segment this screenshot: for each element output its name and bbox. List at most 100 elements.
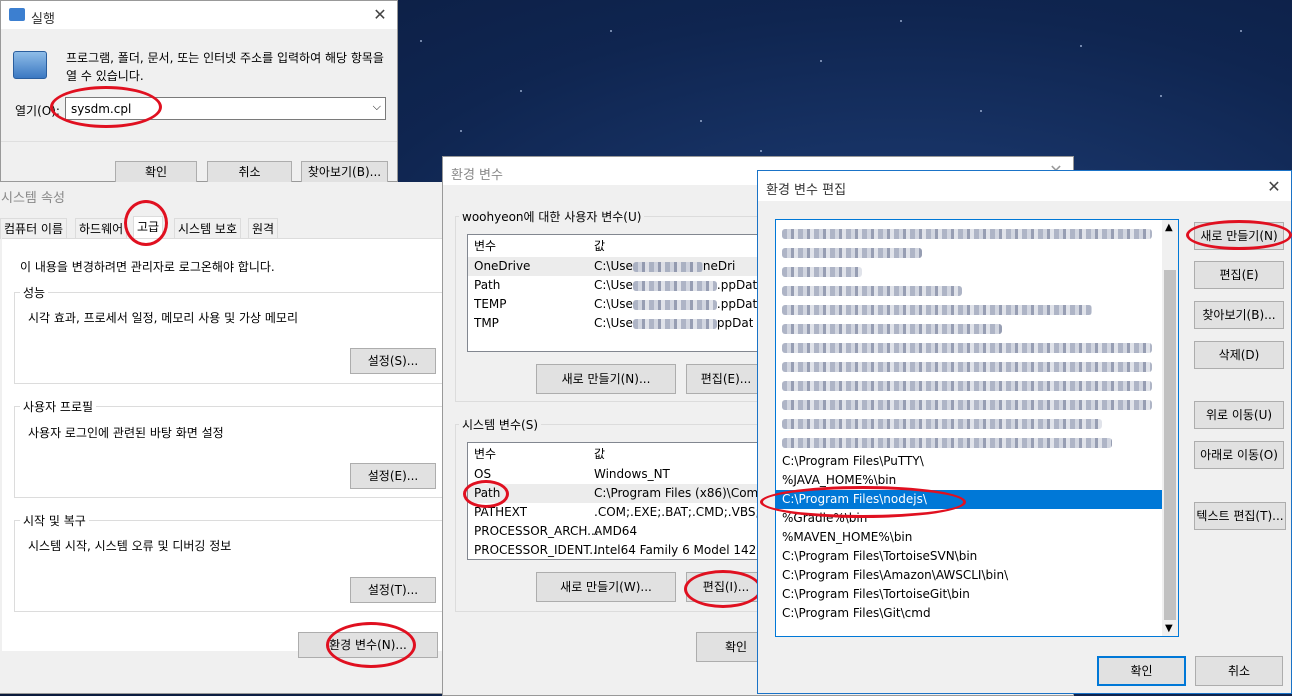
variable-value: AMD64 — [594, 524, 638, 538]
startup-recovery-settings-button[interactable]: 설정(T)... — [350, 577, 436, 603]
blurred-entry[interactable] — [776, 281, 1178, 300]
cancel-button[interactable]: 취소 — [207, 161, 292, 183]
user-profile-title: 사용자 프로필 — [20, 398, 97, 415]
blurred-entry[interactable] — [776, 224, 1178, 243]
blurred-entry[interactable] — [776, 338, 1178, 357]
tab-remote[interactable]: 원격 — [248, 218, 279, 239]
variable-value: Intel64 Family 6 Model 142 St — [594, 543, 765, 557]
close-icon[interactable]: ✕ — [1261, 175, 1287, 199]
editenv-title: 환경 변수 편집 — [766, 183, 847, 198]
scroll-up-icon[interactable]: ▲ — [1165, 222, 1173, 233]
new-entry-button[interactable]: 새로 만들기(N) — [1194, 222, 1284, 250]
edit-entry-button[interactable]: 편집(E) — [1194, 261, 1284, 289]
editenv-ok-button[interactable]: 확인 — [1097, 656, 1186, 686]
user-edit-button[interactable]: 편집(E)... — [686, 364, 766, 394]
list-item[interactable]: C:\Program Files\Amazon\AWSCLI\bin\ — [776, 566, 1162, 585]
browse-button[interactable]: 찾아보기(B)... — [301, 161, 388, 183]
edit-text-button[interactable]: 텍스트 편집(T)... — [1194, 502, 1286, 530]
move-up-button[interactable]: 위로 이동(U) — [1194, 401, 1284, 429]
blurred-entry[interactable] — [776, 357, 1178, 376]
column-header-value[interactable]: 값 — [594, 445, 605, 464]
run-app-icon — [9, 8, 25, 21]
table-row[interactable]: OS Windows_NT — [468, 465, 764, 484]
blurred-entry[interactable] — [776, 319, 1178, 338]
table-row-path[interactable]: Path C:\Program Files (x86)\Comm — [468, 484, 764, 503]
startup-recovery-title: 시작 및 복구 — [20, 512, 89, 529]
move-down-button[interactable]: 아래로 이동(O) — [1194, 441, 1284, 469]
blurred-entry[interactable] — [776, 300, 1178, 319]
open-input[interactable]: sysdm.cpl — [71, 102, 131, 116]
variable-value: C:\Use ppDat — [594, 316, 754, 330]
browse-entry-button[interactable]: 찾아보기(B)... — [1194, 301, 1284, 329]
open-combobox[interactable]: sysdm.cpl ⌵ — [65, 97, 386, 120]
editenv-cancel-button[interactable]: 취소 — [1195, 656, 1283, 686]
performance-settings-button[interactable]: 설정(S)... — [350, 348, 436, 374]
scrollbar[interactable]: ▲ ▼ — [1162, 220, 1178, 636]
list-item[interactable]: C:\Program Files\Git\cmd — [776, 604, 1162, 623]
entry-text: C:\Program Files\TortoiseGit\bin — [782, 587, 970, 601]
blurred-entry[interactable] — [776, 262, 1178, 281]
entry-text: C:\Program Files\nodejs\ — [782, 492, 927, 506]
list-item[interactable]: C:\Program Files\PuTTY\ — [776, 452, 1162, 471]
table-row[interactable]: TEMP C:\Use .ppDat — [468, 295, 764, 314]
table-row[interactable]: TMP C:\Use ppDat — [468, 314, 764, 333]
variable-name: PROCESSOR_ARCH... — [474, 524, 599, 538]
ok-button[interactable]: 확인 — [115, 161, 197, 183]
performance-title: 성능 — [20, 284, 49, 301]
table-row[interactable]: PROCESSOR_ARCH... AMD64 — [468, 522, 764, 541]
variable-name: PATHEXT — [474, 505, 528, 519]
list-item-selected[interactable]: C:\Program Files\nodejs\ — [776, 490, 1162, 509]
tab-hardware[interactable]: 하드웨어 — [75, 218, 128, 239]
run-title: 실행 — [31, 12, 55, 27]
admin-note: 이 내용을 변경하려면 관리자로 로그온해야 합니다. — [20, 260, 275, 274]
variable-name: TMP — [474, 316, 499, 330]
column-header-variable[interactable]: 변수 — [474, 445, 496, 464]
table-row[interactable]: PROCESSOR_IDENT... Intel64 Family 6 Mode… — [468, 541, 765, 559]
user-profile-settings-button[interactable]: 설정(E)... — [350, 463, 436, 489]
blurred-entry[interactable] — [776, 433, 1178, 452]
variable-name: TEMP — [474, 297, 507, 311]
blurred-entry[interactable] — [776, 376, 1178, 395]
list-item[interactable]: %MAVEN_HOME%\bin — [776, 528, 1162, 547]
list-item[interactable]: C:\Program Files\TortoiseSVN\bin — [776, 547, 1162, 566]
table-row[interactable]: PATHEXT .COM;.EXE;.BAT;.CMD;.VBS;.VB — [468, 503, 764, 522]
entry-text: C:\Program Files\Amazon\AWSCLI\bin\ — [782, 568, 1009, 582]
tab-system-protection[interactable]: 시스템 보호 — [174, 218, 242, 239]
user-variables-title: woohyeon에 대한 사용자 변수(U) — [459, 208, 645, 225]
table-row[interactable]: Path C:\Use .ppDat — [468, 276, 764, 295]
scroll-thumb[interactable] — [1164, 270, 1176, 620]
list-item[interactable]: C:\Program Files\TortoiseGit\bin — [776, 585, 1162, 604]
table-row[interactable]: OneDrive C:\Use neDri — [468, 257, 764, 276]
system-new-button[interactable]: 새로 만들기(W)... — [536, 572, 676, 602]
entry-text: %MAVEN_HOME%\bin — [782, 530, 913, 544]
tab-computer-name[interactable]: 컴퓨터 이름 — [0, 218, 68, 239]
close-icon[interactable]: ✕ — [367, 3, 393, 27]
blurred-entry[interactable] — [776, 395, 1178, 414]
environment-variables-button[interactable]: 환경 변수(N)... — [298, 632, 438, 658]
entry-text: C:\Program Files\Git\cmd — [782, 606, 931, 620]
user-profile-desc: 사용자 로그인에 관련된 바탕 화면 설정 — [28, 426, 224, 440]
column-header-variable[interactable]: 변수 — [474, 237, 496, 256]
chevron-down-icon[interactable]: ⌵ — [373, 100, 381, 114]
tab-advanced[interactable]: 고급 — [133, 216, 164, 239]
user-variables-list[interactable]: 변수 값 OneDrive C:\Use neDri Path C:\Use .pp… — [467, 234, 765, 352]
path-entries-list[interactable]: C:\Program Files\PuTTY\ %JAVA_HOME%\bin C:… — [775, 219, 1179, 637]
blurred-entry[interactable] — [776, 414, 1178, 433]
entry-text: %Gradle%\bin — [782, 511, 868, 525]
system-edit-button[interactable]: 편집(I)... — [686, 572, 766, 602]
sysprops-title: 시스템 속성 — [1, 191, 65, 206]
scroll-down-icon[interactable]: ▼ — [1165, 623, 1173, 634]
startup-recovery-desc: 시스템 시작, 시스템 오류 및 디버깅 정보 — [28, 539, 232, 553]
entry-text: C:\Program Files\PuTTY\ — [782, 454, 924, 468]
list-item[interactable]: %JAVA_HOME%\bin — [776, 471, 1162, 490]
system-variables-list[interactable]: 변수 값 OS Windows_NT Path C:\Program Files… — [467, 442, 765, 560]
column-header-value[interactable]: 값 — [594, 237, 605, 256]
variable-name: OneDrive — [474, 259, 531, 273]
list-item[interactable]: %Gradle%\bin — [776, 509, 1162, 528]
blurred-entry[interactable] — [776, 243, 1178, 262]
delete-entry-button[interactable]: 삭제(D) — [1194, 341, 1284, 369]
variable-name: PROCESSOR_IDENT... — [474, 543, 601, 557]
variable-value: C:\Use neDri — [594, 259, 736, 273]
user-new-button[interactable]: 새로 만들기(N)... — [536, 364, 676, 394]
variable-value: .COM;.EXE;.BAT;.CMD;.VBS;.VB — [594, 505, 765, 519]
